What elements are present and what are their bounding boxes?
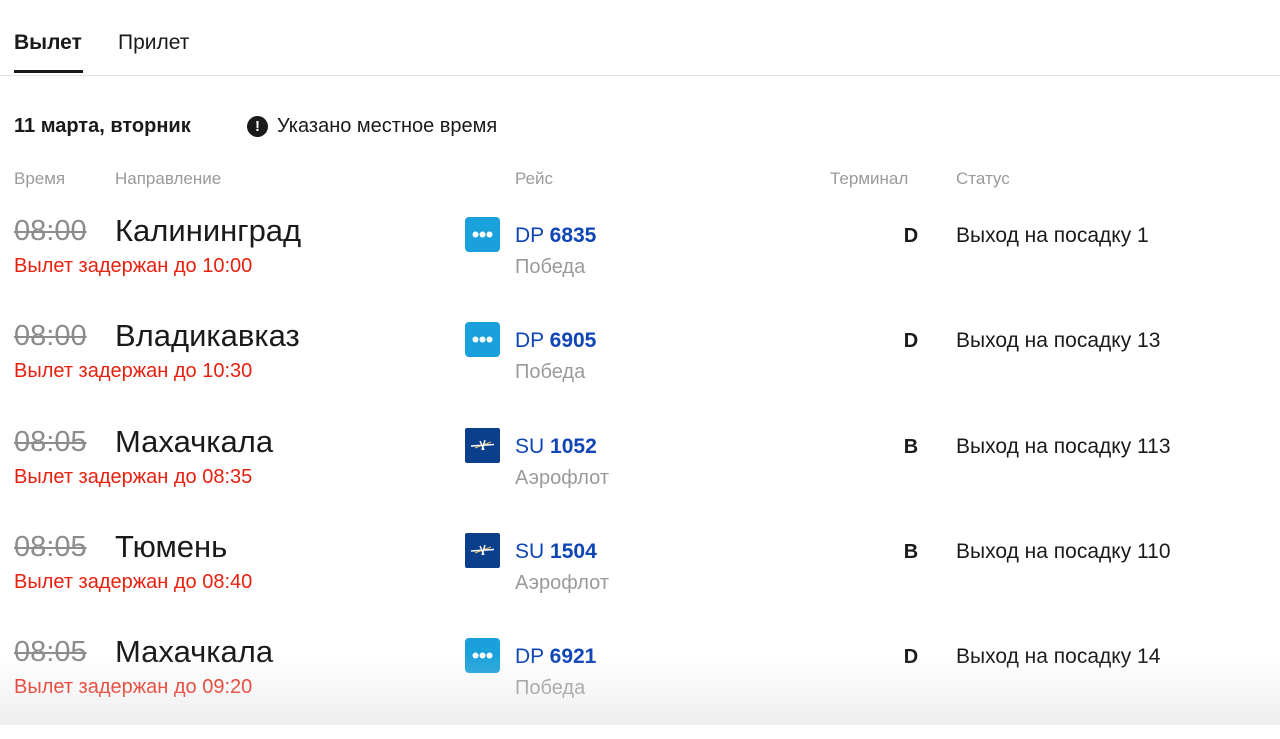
destination: Махачкала bbox=[115, 424, 274, 459]
flight-number: 6921 bbox=[549, 645, 597, 668]
pobeda-logo-icon bbox=[465, 322, 500, 357]
flight-row[interactable]: 08:05 Махачкала Вылет задержан до 08:35 SU … bbox=[0, 424, 1280, 529]
scheduled-time: 08:05 bbox=[14, 426, 87, 458]
terminal: D bbox=[903, 646, 919, 668]
delay-status: Вылет задержан до 08:40 bbox=[14, 571, 253, 593]
column-header-direction: Направление bbox=[115, 169, 222, 188]
flight-prefix: SU bbox=[515, 435, 545, 458]
flight-number: 6835 bbox=[549, 224, 597, 247]
delay-status: Вылет задержан до 10:00 bbox=[14, 255, 253, 277]
column-header-flight: Рейс bbox=[515, 169, 554, 188]
destination: Тюмень bbox=[115, 529, 228, 564]
destination: Владикавказ bbox=[115, 318, 300, 353]
destination: Махачкала bbox=[115, 634, 274, 669]
aeroflot-logo-icon bbox=[465, 533, 500, 568]
carrier-name: Аэрофлот bbox=[515, 467, 609, 489]
column-header-time: Время bbox=[14, 169, 66, 188]
column-header-terminal: Терминал bbox=[830, 169, 909, 188]
flight-prefix: DP bbox=[515, 645, 544, 668]
local-time-note: ! Указано местное время bbox=[247, 113, 497, 139]
flight-number-link[interactable]: SU 1504 bbox=[515, 539, 597, 565]
terminal: D bbox=[903, 225, 919, 247]
flight-status: Выход на посадку 113 bbox=[956, 435, 1171, 458]
flight-number: 6905 bbox=[549, 329, 597, 352]
exclamation-icon: ! bbox=[247, 115, 268, 137]
tab-bar: Вылет Прилет bbox=[0, 0, 1280, 76]
terminal: B bbox=[903, 541, 919, 563]
carrier-name: Победа bbox=[515, 361, 586, 383]
flight-row[interactable]: 08:05 Махачкала Вылет задержан до 09:20 DP … bbox=[0, 634, 1280, 739]
flight-row[interactable]: 08:00 Владикавказ Вылет задержан до 10:30 D… bbox=[0, 318, 1280, 423]
destination: Калининград bbox=[115, 213, 302, 248]
scheduled-time: 08:05 bbox=[14, 636, 87, 668]
column-header-status: Статус bbox=[956, 169, 1010, 188]
flight-status: Выход на посадку 14 bbox=[956, 645, 1161, 668]
carrier-name: Победа bbox=[515, 256, 586, 278]
flight-prefix: SU bbox=[515, 540, 545, 563]
flight-prefix: DP bbox=[515, 224, 544, 247]
terminal: B bbox=[903, 436, 919, 458]
flight-row[interactable]: 08:05 Тюмень Вылет задержан до 08:40 SU 150… bbox=[0, 529, 1280, 634]
flight-prefix: DP bbox=[515, 329, 544, 352]
tab-arrival[interactable]: Прилет bbox=[118, 30, 189, 56]
flight-number-link[interactable]: DP 6835 bbox=[515, 223, 596, 249]
scheduled-time: 08:00 bbox=[14, 215, 87, 247]
local-time-note-text: Указано местное время bbox=[277, 115, 498, 137]
carrier-name: Победа bbox=[515, 677, 586, 699]
flight-number-link[interactable]: DP 6921 bbox=[515, 644, 596, 670]
flight-number-link[interactable]: DP 6905 bbox=[515, 328, 596, 354]
flight-status: Выход на посадку 1 bbox=[956, 224, 1149, 247]
flight-number: 1052 bbox=[550, 435, 597, 458]
delay-status: Вылет задержан до 09:20 bbox=[14, 676, 253, 698]
flight-number: 1504 bbox=[550, 540, 597, 563]
scheduled-time: 08:00 bbox=[14, 320, 87, 352]
flight-number-link[interactable]: SU 1052 bbox=[515, 434, 597, 460]
tab-departure[interactable]: Вылет bbox=[14, 30, 82, 56]
flight-status: Выход на посадку 13 bbox=[956, 329, 1161, 352]
date-label: 11 марта, вторник bbox=[14, 115, 191, 137]
pobeda-logo-icon bbox=[465, 217, 500, 252]
scheduled-time: 08:05 bbox=[14, 531, 87, 563]
terminal: D bbox=[903, 330, 919, 352]
flight-row[interactable]: 08:00 Калининград Вылет задержан до 10:00 D… bbox=[0, 213, 1280, 318]
delay-status: Вылет задержан до 08:35 bbox=[14, 466, 253, 488]
active-tab-underline bbox=[14, 70, 83, 73]
pobeda-logo-icon bbox=[465, 638, 500, 673]
flight-status: Выход на посадку 110 bbox=[956, 540, 1171, 563]
aeroflot-logo-icon bbox=[465, 428, 500, 463]
carrier-name: Аэрофлот bbox=[515, 572, 609, 594]
delay-status: Вылет задержан до 10:30 bbox=[14, 360, 253, 382]
